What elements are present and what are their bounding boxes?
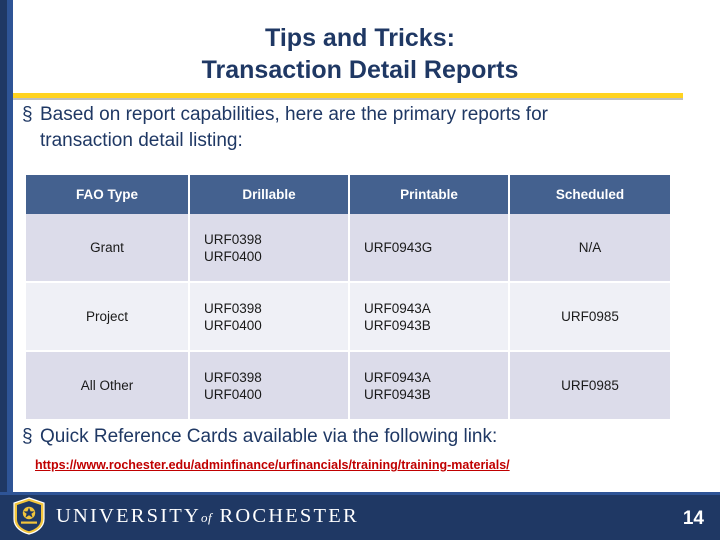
cell-scheduled: URF0985: [509, 282, 670, 352]
bullet-marker-icon: §: [22, 426, 33, 447]
cell-fao-type: Project: [26, 282, 190, 352]
logo-word-university: UNIVERSITY: [56, 504, 201, 527]
title-divider-shadow: [13, 98, 683, 100]
slide: Tips and Tricks: Transaction Detail Repo…: [0, 0, 720, 540]
bullet-item-intro: § Based on report capabilities, here are…: [22, 102, 622, 154]
title-line-1: Tips and Tricks:: [265, 24, 455, 52]
footer-band-accent: [0, 492, 720, 495]
logo-word-rochester: ROCHESTER: [219, 504, 359, 527]
cell-line: N/A: [578, 240, 602, 255]
cell-line: URF0943A: [364, 369, 431, 385]
cell-line: URF0943B: [364, 386, 431, 402]
logo-word-of: of: [201, 509, 213, 525]
cell-line: URF0400: [204, 386, 262, 402]
cell-scheduled: URF0985: [509, 351, 670, 421]
cell-line: URF0398: [204, 231, 262, 247]
table-header-drillable: Drillable: [189, 175, 350, 214]
cell-line: URF0985: [561, 309, 619, 324]
cell-line: URF0943B: [364, 317, 431, 333]
cell-scheduled: N/A: [509, 214, 670, 283]
cell-printable: URF0943G: [349, 214, 510, 283]
report-capability-table: FAO Type Drillable Printable Scheduled G…: [26, 175, 670, 421]
cell-printable: URF0943A URF0943B: [349, 351, 510, 421]
title-line-2: Transaction Detail Reports: [201, 56, 519, 84]
cell-drillable: URF0398 URF0400: [189, 282, 350, 352]
left-accent-bar: [0, 0, 13, 492]
cell-drillable: URF0398 URF0400: [189, 351, 350, 421]
table-row: Project URF0398 URF0400 URF0943A URF0943…: [26, 282, 670, 352]
cell-line: URF0398: [204, 369, 262, 385]
table-row: Grant URF0398 URF0400 URF0943G N/A: [26, 214, 670, 283]
table-header-scheduled: Scheduled: [509, 175, 670, 214]
cell-line: URF0943G: [364, 240, 433, 255]
table-header-row: FAO Type Drillable Printable Scheduled: [26, 175, 670, 214]
university-logo: UNIVERSITYof ROCHESTER: [12, 497, 359, 535]
page-title: Tips and Tricks: Transaction Detail Repo…: [40, 22, 680, 86]
page-number: 14: [682, 508, 704, 529]
cell-line: URF0400: [204, 248, 262, 264]
table-header-printable: Printable: [349, 175, 510, 214]
bullet-qrc-text: Quick Reference Cards available via the …: [40, 426, 498, 447]
bullet-item-qrc: § Quick Reference Cards available via th…: [22, 424, 682, 450]
bullet-intro-text: Based on report capabilities, here are t…: [40, 104, 548, 151]
cell-line: URF0400: [204, 317, 262, 333]
cell-line: URF0985: [561, 378, 619, 393]
table-row: All Other URF0398 URF0400 URF0943A URF09…: [26, 351, 670, 421]
training-materials-link[interactable]: https://www.rochester.edu/adminfinance/u…: [35, 458, 510, 472]
cell-line: URF0943A: [364, 300, 431, 316]
left-accent-bar-inner: [7, 0, 13, 492]
bullet-marker-icon: §: [22, 104, 33, 125]
university-logo-text: UNIVERSITYof ROCHESTER: [56, 505, 359, 528]
cell-printable: URF0943A URF0943B: [349, 282, 510, 352]
university-crest-icon: [13, 497, 45, 535]
cell-drillable: URF0398 URF0400: [189, 214, 350, 283]
cell-fao-type: All Other: [26, 351, 190, 421]
table-header-fao-type: FAO Type: [26, 175, 190, 214]
cell-line: URF0398: [204, 300, 262, 316]
cell-fao-type: Grant: [26, 214, 190, 283]
